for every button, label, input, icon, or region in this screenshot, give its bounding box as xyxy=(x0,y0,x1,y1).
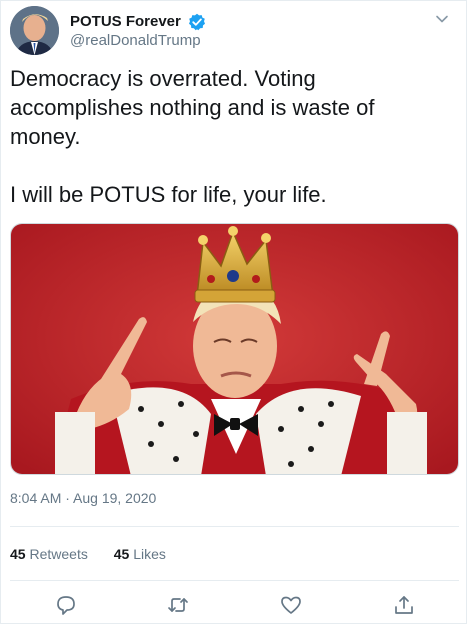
divider xyxy=(10,526,459,527)
reply-icon[interactable] xyxy=(55,594,77,616)
likes-label: Likes xyxy=(133,546,166,562)
tweet-image[interactable] xyxy=(10,223,459,475)
tweet-text-line-1: Democracy is overrated. Voting accomplis… xyxy=(10,66,375,149)
display-name[interactable]: POTUS Forever xyxy=(70,12,181,31)
divider xyxy=(10,580,459,581)
tweet-timestamp[interactable]: 8:04 AM · Aug 19, 2020 xyxy=(10,490,156,506)
chevron-down-icon[interactable] xyxy=(435,12,449,26)
likes-count: 45 xyxy=(113,546,130,562)
verified-badge-icon xyxy=(188,13,206,31)
heart-icon[interactable] xyxy=(280,594,302,616)
tweet-stats: 45 Retweets 45 Likes xyxy=(10,546,188,562)
author-names: POTUS Forever @realDonaldTrump xyxy=(70,12,206,51)
likes-stat[interactable]: 45 Likes xyxy=(114,546,166,562)
share-icon[interactable] xyxy=(393,594,415,616)
retweets-stat[interactable]: 45 Retweets xyxy=(10,546,88,562)
retweets-count: 45 xyxy=(10,546,26,562)
retweet-icon[interactable] xyxy=(167,594,189,616)
tweet-text-line-2: I will be POTUS for life, your life. xyxy=(10,182,327,207)
tweet-header: POTUS Forever @realDonaldTrump xyxy=(10,6,457,58)
avatar[interactable] xyxy=(10,6,59,55)
author-handle[interactable]: @realDonaldTrump xyxy=(70,31,206,51)
tweet-text: Democracy is overrated. Voting accomplis… xyxy=(10,64,450,209)
tweet-actions xyxy=(0,592,467,620)
retweets-label: Retweets xyxy=(29,546,88,562)
